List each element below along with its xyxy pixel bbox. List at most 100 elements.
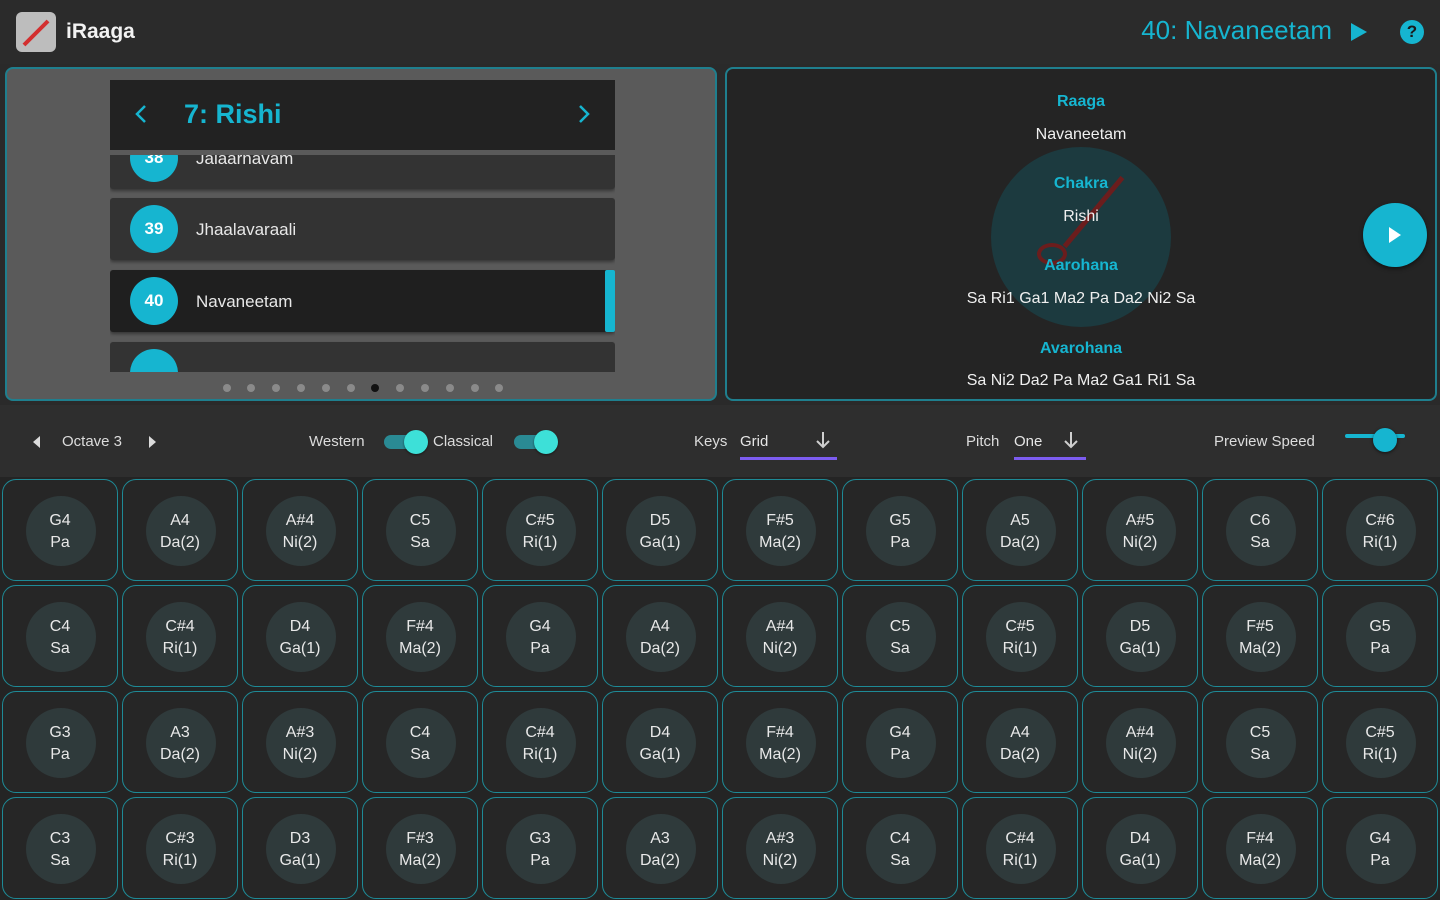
octave-next-icon[interactable]: [149, 436, 156, 448]
raaga-list-item[interactable]: [110, 342, 615, 372]
note-key[interactable]: F#3 Ma(2): [362, 797, 478, 899]
keys-select[interactable]: Grid: [740, 433, 768, 450]
note-key[interactable]: A5 Da(2): [962, 479, 1078, 581]
note-key[interactable]: C#4 Ri(1): [962, 797, 1078, 899]
note-key[interactable]: A3 Da(2): [122, 691, 238, 793]
note-key[interactable]: A4 Da(2): [122, 479, 238, 581]
note-key[interactable]: C3 Sa: [2, 797, 118, 899]
note-key-circle: [266, 602, 336, 672]
page-dot[interactable]: [420, 384, 429, 392]
page-dot[interactable]: [396, 384, 405, 392]
pitch-select[interactable]: One: [1014, 433, 1042, 450]
classical-swara: Pa: [530, 852, 550, 869]
western-toggle[interactable]: [384, 430, 428, 454]
note-key-circle: [1226, 814, 1296, 884]
note-key[interactable]: C6 Sa: [1202, 479, 1318, 581]
western-note: C5: [409, 512, 431, 529]
note-key-circle: [146, 814, 216, 884]
note-key[interactable]: D3 Ga(1): [242, 797, 358, 899]
western-label: Western: [309, 433, 365, 450]
raaga-list[interactable]: 38 Jalaarnavam 39 Jhaalavaraali 40 Navan…: [110, 155, 615, 372]
note-key[interactable]: C#3 Ri(1): [122, 797, 238, 899]
note-key[interactable]: G5 Pa: [842, 479, 958, 581]
note-key[interactable]: A#3 Ni(2): [242, 691, 358, 793]
note-key[interactable]: G5 Pa: [1322, 585, 1438, 687]
chakra-label: Chakra: [1053, 175, 1109, 192]
note-key-circle: [266, 814, 336, 884]
classical-swara: Pa: [530, 640, 550, 657]
note-key[interactable]: D4 Ga(1): [602, 691, 718, 793]
page-dot[interactable]: [272, 384, 281, 392]
play-icon[interactable]: [1346, 20, 1370, 44]
classical-swara: Ma(2): [759, 746, 801, 763]
note-key[interactable]: A#4 Ni(2): [242, 479, 358, 581]
note-key[interactable]: C#6 Ri(1): [1322, 479, 1438, 581]
note-key[interactable]: F#4 Ma(2): [722, 691, 838, 793]
note-key[interactable]: A#5 Ni(2): [1082, 479, 1198, 581]
help-icon[interactable]: ?: [1400, 20, 1424, 44]
note-key[interactable]: C#4 Ri(1): [122, 585, 238, 687]
western-note: C#5: [1005, 618, 1035, 635]
page-dot[interactable]: [371, 384, 380, 392]
page-dot[interactable]: [297, 384, 306, 392]
note-key[interactable]: A4 Da(2): [602, 585, 718, 687]
note-key[interactable]: G4 Pa: [482, 585, 598, 687]
note-key[interactable]: F#4 Ma(2): [362, 585, 478, 687]
page-dot[interactable]: [470, 384, 479, 392]
note-key[interactable]: F#5 Ma(2): [722, 479, 838, 581]
chevron-right-icon[interactable]: [571, 102, 595, 126]
note-key[interactable]: C4 Sa: [2, 585, 118, 687]
arrow-down-icon[interactable]: [813, 429, 833, 451]
western-note: C4: [49, 618, 71, 635]
note-key[interactable]: C#5 Ri(1): [962, 585, 1078, 687]
classical-swara: Sa: [50, 640, 70, 657]
note-key[interactable]: C#4 Ri(1): [482, 691, 598, 793]
note-key[interactable]: A#4 Ni(2): [1082, 691, 1198, 793]
note-key[interactable]: C#5 Ri(1): [482, 479, 598, 581]
raaga-list-item[interactable]: 39 Jhaalavaraali: [110, 198, 615, 260]
note-key[interactable]: G4 Pa: [1322, 797, 1438, 899]
note-key[interactable]: A3 Da(2): [602, 797, 718, 899]
note-key[interactable]: A#3 Ni(2): [722, 797, 838, 899]
page-dot[interactable]: [495, 384, 504, 392]
western-note: A3: [170, 724, 190, 741]
note-key[interactable]: F#4 Ma(2): [1202, 797, 1318, 899]
page-dot[interactable]: [346, 384, 355, 392]
preview-play-button[interactable]: [1363, 203, 1427, 267]
classical-swara: Pa: [890, 746, 910, 763]
note-key[interactable]: G3 Pa: [482, 797, 598, 899]
note-key[interactable]: F#5 Ma(2): [1202, 585, 1318, 687]
note-key[interactable]: A4 Da(2): [962, 691, 1078, 793]
note-key-circle: [26, 708, 96, 778]
note-key[interactable]: C5 Sa: [842, 585, 958, 687]
note-key[interactable]: D4 Ga(1): [242, 585, 358, 687]
note-key[interactable]: G4 Pa: [2, 479, 118, 581]
page-dot[interactable]: [222, 384, 231, 392]
chevron-left-icon[interactable]: [130, 102, 154, 126]
classical-toggle[interactable]: [514, 430, 558, 454]
note-key[interactable]: C5 Sa: [1202, 691, 1318, 793]
note-key-circle: [26, 602, 96, 672]
note-key[interactable]: C#5 Ri(1): [1322, 691, 1438, 793]
classical-label: Classical: [433, 433, 494, 450]
raaga-list-item[interactable]: 38 Jalaarnavam: [110, 155, 615, 189]
octave-prev-icon[interactable]: [33, 436, 40, 448]
western-note: G4: [49, 512, 71, 529]
current-raaga-title[interactable]: 40: Navaneetam: [1141, 15, 1332, 46]
classical-swara: Ni(2): [1122, 746, 1158, 763]
note-key[interactable]: C4 Sa: [362, 691, 478, 793]
note-key[interactable]: A#4 Ni(2): [722, 585, 838, 687]
raaga-list-item-selected[interactable]: 40 Navaneetam: [110, 270, 615, 332]
note-key[interactable]: D5 Ga(1): [1082, 585, 1198, 687]
note-key[interactable]: C5 Sa: [362, 479, 478, 581]
arrow-down-icon[interactable]: [1061, 429, 1081, 451]
page-dot[interactable]: [321, 384, 330, 392]
preview-speed-slider-thumb[interactable]: [1373, 428, 1397, 452]
note-key[interactable]: G4 Pa: [842, 691, 958, 793]
note-key[interactable]: D4 Ga(1): [1082, 797, 1198, 899]
note-key[interactable]: C4 Sa: [842, 797, 958, 899]
page-dot[interactable]: [445, 384, 454, 392]
note-key[interactable]: G3 Pa: [2, 691, 118, 793]
note-key[interactable]: D5 Ga(1): [602, 479, 718, 581]
page-dot[interactable]: [247, 384, 256, 392]
